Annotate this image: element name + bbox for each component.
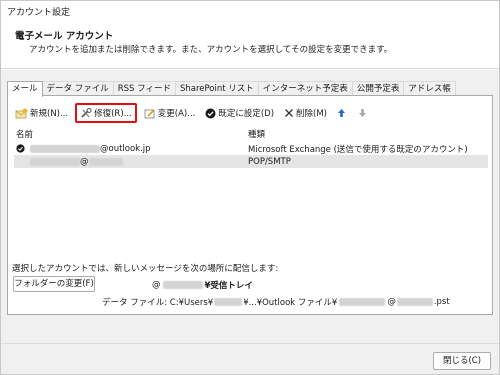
account-type-cell: Microsoft Exchange (送信で使用する既定のアカウント)	[248, 144, 468, 155]
title-bar: アカウント設定	[1, 1, 499, 21]
set-default-label: 既定に設定(D)	[218, 109, 275, 119]
inbox-folder-name: ¥受信トレイ	[204, 281, 253, 291]
change-label: 変更(A)...	[157, 109, 196, 119]
repair-label: 修復(R)...	[94, 109, 132, 119]
tab-internet-calendars[interactable]: インターネット予定表	[257, 81, 353, 96]
account-email-domain: @outlook.jp	[100, 143, 151, 154]
redacted-email-domain	[396, 298, 433, 306]
move-up-button[interactable]	[334, 104, 351, 122]
tab-published-calendars[interactable]: 公開予定表	[351, 81, 405, 96]
dialog-header: 電子メール アカウント アカウントを追加または削除できます。また、アカウントを選…	[1, 21, 499, 69]
column-header-name[interactable]: 名前	[14, 128, 246, 142]
repair-button[interactable]: 修復(R)...	[75, 103, 137, 123]
arrow-up-icon	[337, 108, 346, 118]
account-list[interactable]: 名前 種類 @outlook.jp Microsoft Exchange (送信…	[14, 128, 488, 168]
datafile-prefix: データ ファイル: C:¥Users¥	[102, 298, 214, 308]
tab-rss-feeds[interactable]: RSS フィード	[112, 81, 176, 96]
header-description: アカウントを追加または削除できます。また、アカウントを選択してその設定を変更でき…	[29, 45, 393, 55]
dialog-body: メール データ ファイル RSS フィード SharePoint リスト インタ…	[1, 70, 499, 374]
account-toolbar: 新規(N)... 修復(R)... 変更(A)... 既定に設定(D) 削除(M…	[12, 103, 376, 123]
change-settings-icon	[144, 108, 156, 119]
delete-label: 削除(M)	[296, 109, 327, 119]
redacted-username	[214, 298, 243, 306]
footer-divider	[1, 343, 499, 344]
delete-button[interactable]: 削除(M)	[281, 104, 330, 122]
inbox-at: @	[152, 280, 161, 290]
tab-sharepoint-lists[interactable]: SharePoint リスト	[174, 81, 259, 96]
redacted-email-domain	[88, 157, 123, 166]
tab-strip: メール データ ファイル RSS フィード SharePoint リスト インタ…	[7, 81, 456, 97]
new-account-button[interactable]: 新規(N)...	[12, 104, 71, 122]
account-name-cell: @	[14, 157, 246, 167]
close-button[interactable]: 閉じる(C)	[433, 352, 491, 370]
delete-x-icon	[284, 108, 294, 118]
tab-mail[interactable]: メール	[7, 81, 43, 97]
data-file-path: データ ファイル: C:¥Users¥ ¥...¥Outlook ファイル¥ @…	[102, 296, 450, 308]
new-mail-icon	[15, 108, 28, 119]
check-circle-icon	[205, 108, 216, 119]
tab-data-files[interactable]: データ ファイル	[41, 81, 114, 96]
datafile-extension: .pst	[433, 297, 450, 307]
datafile-at: @	[387, 297, 396, 307]
tab-address-books[interactable]: アドレス帳	[403, 81, 456, 96]
redacted-email-user	[339, 298, 386, 306]
column-header-type[interactable]: 種類	[246, 128, 486, 142]
redacted-domain	[162, 281, 203, 289]
account-list-header: 名前 種類	[14, 128, 488, 142]
account-name-cell: @outlook.jp	[14, 144, 246, 154]
default-account-check-icon	[16, 144, 26, 153]
change-folder-button[interactable]: フォルダーの変更(F)	[13, 276, 95, 292]
new-account-label: 新規(N)...	[30, 109, 69, 119]
account-type-cell: POP/SMTP	[248, 156, 291, 167]
redacted-email-user	[30, 144, 100, 153]
header-title: 電子メール アカウント	[15, 31, 114, 42]
arrow-down-icon	[358, 108, 367, 118]
move-down-button[interactable]	[355, 104, 372, 122]
account-row[interactable]: @ POP/SMTP	[14, 155, 488, 168]
set-default-button[interactable]: 既定に設定(D)	[202, 104, 277, 122]
account-email-at: @	[80, 156, 89, 167]
delivery-location-label: 選択したアカウントでは、新しいメッセージを次の場所に配信します:	[12, 264, 279, 274]
repair-tools-icon	[80, 107, 92, 119]
account-row[interactable]: @outlook.jp Microsoft Exchange (送信で使用する既…	[14, 142, 488, 155]
datafile-middle: ¥...¥Outlook ファイル¥	[243, 298, 338, 308]
delivery-inbox-path: @ ¥受信トレイ	[152, 279, 253, 291]
change-button[interactable]: 変更(A)...	[141, 104, 199, 122]
window-title: アカウント設定	[7, 8, 71, 18]
redacted-email-user	[30, 157, 80, 166]
